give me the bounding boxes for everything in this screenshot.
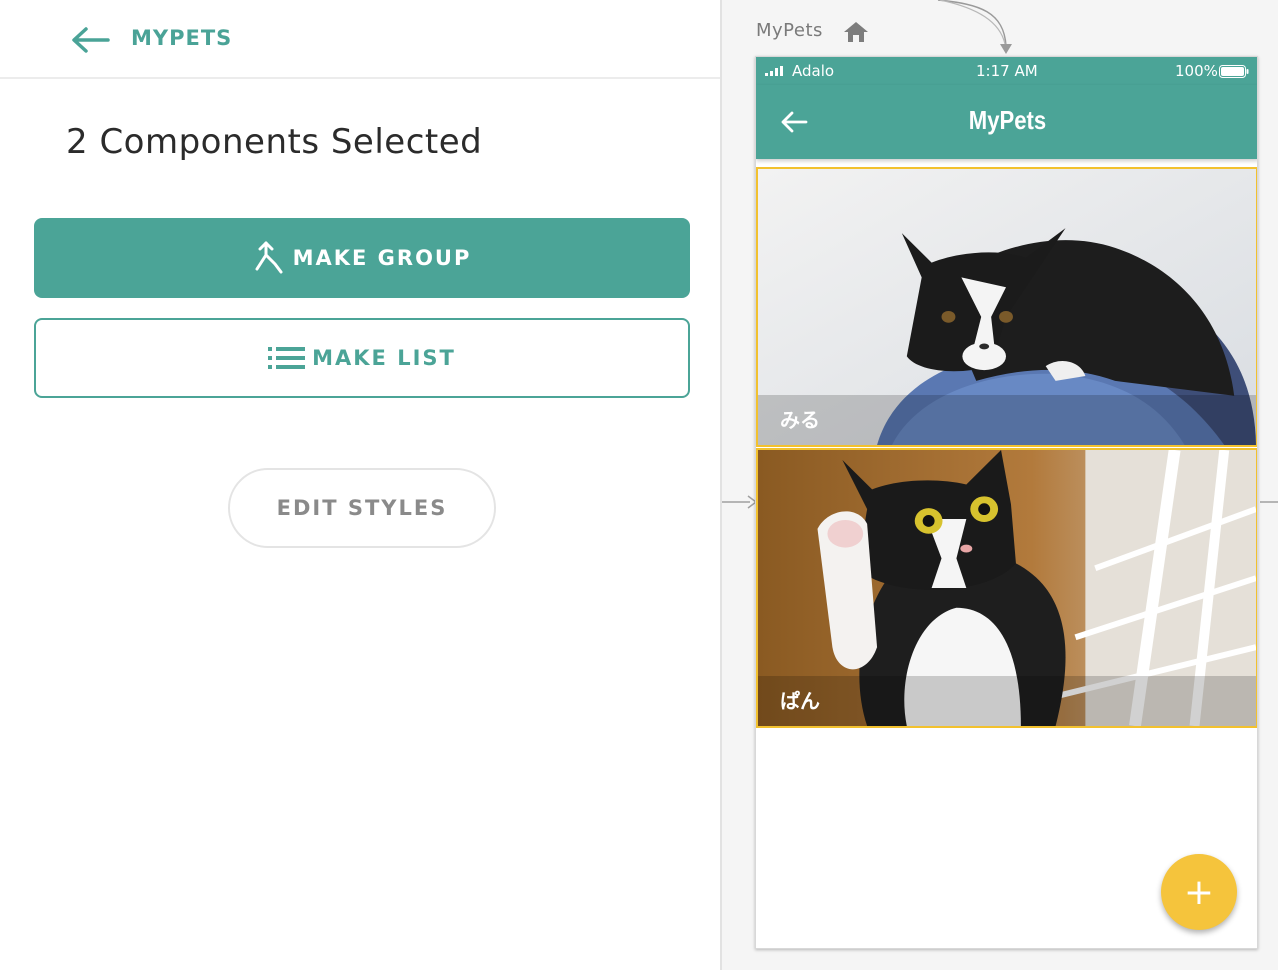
phone-screen[interactable]: Adalo 1:17 AM 100% MyPets みる ぱん + xyxy=(755,56,1258,949)
make-list-button[interactable]: MAKE LIST xyxy=(34,318,690,398)
screen-name-label[interactable]: MyPets xyxy=(756,20,823,41)
home-icon xyxy=(844,22,868,42)
status-time: 1:17 AM xyxy=(976,62,1038,80)
app-title: MyPets xyxy=(968,105,1047,135)
pet-card[interactable]: みる xyxy=(756,167,1257,447)
make-group-button[interactable]: MAKE GROUP xyxy=(34,218,690,298)
make-list-label: MAKE LIST xyxy=(312,346,456,370)
list-icon xyxy=(268,347,306,369)
make-group-label: MAKE GROUP xyxy=(292,246,472,270)
selection-title: 2 Components Selected xyxy=(66,122,483,162)
properties-panel: MYPETS 2 Components Selected MAKE GROUP … xyxy=(0,0,722,970)
back-button[interactable] xyxy=(70,24,110,56)
pet-name: ぱん xyxy=(780,689,820,713)
add-pet-fab[interactable]: + xyxy=(1161,854,1237,930)
edit-styles-button[interactable]: EDIT STYLES xyxy=(228,468,496,548)
app-root: MYPETS 2 Components Selected MAKE GROUP … xyxy=(0,0,1278,970)
pet-name: みる xyxy=(780,408,820,432)
caption-overlay xyxy=(758,395,1256,445)
header-title: MYPETS xyxy=(131,26,233,50)
arrow-left-icon xyxy=(72,27,110,53)
battery-percent: 100% xyxy=(1175,62,1218,80)
plus-icon: + xyxy=(1183,871,1215,913)
pet-card[interactable]: ぱん xyxy=(756,448,1257,728)
signal-icon xyxy=(765,66,783,76)
battery-icon xyxy=(1219,65,1249,78)
edit-styles-label: EDIT STYLES xyxy=(276,496,448,520)
outgoing-link-line xyxy=(1260,501,1278,503)
caption-overlay xyxy=(758,676,1256,726)
carrier-name: Adalo xyxy=(792,62,835,80)
incoming-link-arrow xyxy=(722,495,758,509)
merge-icon xyxy=(255,241,283,274)
app-bar: MyPets xyxy=(756,85,1257,159)
status-bar: Adalo 1:17 AM 100% xyxy=(756,57,1257,85)
screen-link-connector xyxy=(937,0,1012,54)
panel-header: MYPETS xyxy=(0,0,720,79)
